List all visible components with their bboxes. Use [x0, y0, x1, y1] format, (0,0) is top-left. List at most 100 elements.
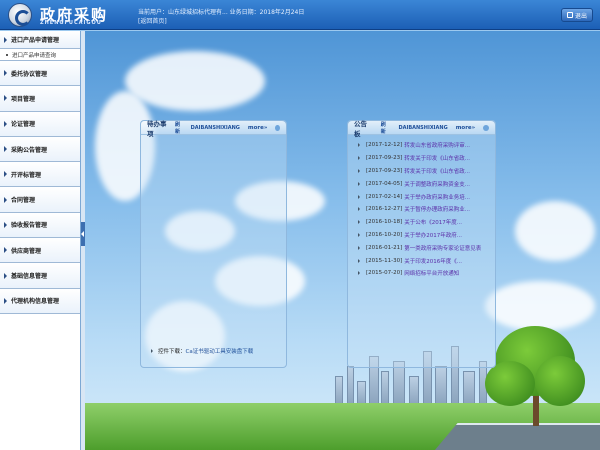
- building-decoration: [435, 366, 447, 406]
- cloud-decoration: [515, 201, 595, 261]
- sidebar-item-label: 基础信息管理: [11, 273, 48, 281]
- sidebar-item-project[interactable]: 项目管理: [0, 86, 80, 112]
- plugin-download-label: 控件下载：: [158, 349, 186, 355]
- notice-title[interactable]: 转发关于印发《山东省政...: [404, 167, 470, 175]
- notice-pinyin: DAIBANSHIXIANG: [398, 124, 448, 131]
- arrow-right-icon: [4, 36, 7, 43]
- notice-title[interactable]: 第一类政府采购专家论证意见表: [404, 244, 481, 252]
- list-item[interactable]: [2016-12-27] 关于暂停办理政府采购业...: [358, 203, 495, 216]
- arrow-right-icon: [358, 258, 360, 263]
- home-link[interactable]: [返回首页]: [138, 17, 388, 26]
- notice-list: [2017-12-12] 转发山东省政府采购评审... [2017-09-23] 转…: [348, 135, 495, 280]
- arrow-right-icon: [358, 232, 360, 237]
- arrow-right-icon: [358, 168, 360, 173]
- arrow-right-icon: [4, 221, 7, 228]
- todo-panel: 待办事项 刷新 DAIBANSHIXIANG more» 控件下载： Ca证书驱…: [140, 120, 287, 368]
- sidebar-subitem-label: 进口产品申请查询: [12, 52, 57, 59]
- notice-title[interactable]: 网络招标平台开放通知: [404, 269, 459, 277]
- notice-title[interactable]: 关于调整政府采购资金支...: [404, 180, 470, 188]
- logout-icon: [566, 12, 573, 18]
- building-decoration: [347, 366, 354, 406]
- sidebar-subitem-import-query[interactable]: 进口产品申请查询: [0, 49, 80, 61]
- notice-date: [2015-11-30]: [366, 257, 403, 264]
- arrow-right-icon: [358, 271, 360, 276]
- notice-title[interactable]: 转发山东省政府采购评审...: [404, 141, 470, 149]
- arrow-right-icon: [358, 194, 360, 199]
- sidebar-item-supplier[interactable]: 供应商管理: [0, 238, 80, 264]
- list-item[interactable]: [2016-01-21] 第一类政府采购专家论证意见表: [358, 241, 495, 254]
- sidebar-item-agency-info[interactable]: 代理机构信息管理: [0, 288, 80, 314]
- todo-panel-title: 待办事项: [147, 119, 167, 138]
- sidebar-item-bidding[interactable]: 开评标管理: [0, 162, 80, 188]
- sidebar-item-demonstration[interactable]: 论证管理: [0, 111, 80, 137]
- sidebar-item-label: 验收报告管理: [11, 222, 48, 230]
- notice-date: [2017-04-05]: [366, 180, 403, 187]
- list-item[interactable]: [2017-04-05] 关于调整政府采购资金支...: [358, 177, 495, 190]
- sidebar-item-label: 论证管理: [11, 121, 36, 129]
- logout-button[interactable]: 退出: [561, 8, 593, 22]
- arrow-right-icon: [358, 207, 360, 212]
- notice-refresh-link[interactable]: 刷新: [381, 121, 391, 135]
- arrow-right-icon: [4, 272, 7, 279]
- sidebar-item-label: 项目管理: [11, 95, 36, 103]
- sidebar-item-label: 代理机构信息管理: [11, 298, 60, 306]
- notice-date: [2016-12-27]: [366, 206, 403, 213]
- sidebar-item-label: 委托协议管理: [11, 70, 48, 78]
- logout-label: 退出: [574, 12, 587, 20]
- list-item[interactable]: [2017-09-23] 转发关于印发《山东省政...: [358, 152, 495, 165]
- sidebar-item-label: 开评标管理: [11, 171, 42, 179]
- todo-refresh-link[interactable]: 刷新: [175, 121, 183, 135]
- notice-title[interactable]: 关于暂停办理政府采购业...: [404, 205, 470, 213]
- building-decoration: [463, 371, 475, 406]
- notice-date: [2016-10-18]: [366, 219, 403, 226]
- notice-date: [2017-12-12]: [366, 142, 403, 149]
- sidebar-item-contract[interactable]: 合同管理: [0, 187, 80, 213]
- sidebar-item-announcement[interactable]: 采购公告管理: [0, 136, 80, 163]
- list-item[interactable]: [2017-09-23] 转发关于印发《山东省政...: [358, 165, 495, 178]
- cloud-decoration: [485, 281, 595, 331]
- list-item[interactable]: [2016-10-18] 关于公布《2017年度...: [358, 216, 495, 229]
- list-item[interactable]: [2017-02-14] 关于举办政府采购业务培...: [358, 190, 495, 203]
- list-item[interactable]: [2017-12-12] 转发山东省政府采购评审...: [358, 139, 495, 152]
- todo-panel-header: 待办事项 刷新 DAIBANSHIXIANG more»: [141, 119, 286, 138]
- sidebar-item-agreement[interactable]: 委托协议管理: [0, 61, 80, 87]
- logo-icon: [8, 3, 32, 27]
- notice-title[interactable]: 关于举办政府采购业务培...: [404, 193, 470, 201]
- arrow-right-icon: [4, 247, 7, 254]
- building-decoration: [409, 376, 419, 406]
- panel-dot-icon: [275, 124, 280, 131]
- list-item[interactable]: [2015-11-30] 关于印发2016年度《...: [358, 254, 495, 267]
- plugin-download-link[interactable]: Ca证书驱动工具安装盘下载: [186, 347, 254, 355]
- user-status-line: 当前用户：山东绿城招标代理有... 业务日期：2018年2月24日: [138, 9, 305, 16]
- building-decoration: [381, 371, 389, 406]
- sidebar-item-import[interactable]: 进口产品申请管理: [0, 31, 80, 49]
- notice-title[interactable]: 关于公布《2017年度...: [404, 218, 462, 226]
- notice-title[interactable]: 转发关于印发《山东省政...: [404, 154, 470, 162]
- tree-decoration: [535, 356, 585, 406]
- notice-panel-header: 公告板 刷新 DAIBANSHIXIANG more»: [348, 119, 495, 138]
- notice-date: [2017-02-14]: [366, 193, 403, 200]
- panel-dot-icon: [483, 124, 489, 131]
- todo-more-link[interactable]: more»: [248, 125, 268, 131]
- sidebar-item-label: 采购公告管理: [11, 146, 48, 154]
- arrow-right-icon: [358, 220, 360, 225]
- notice-title[interactable]: 关于举办2017年政府...: [404, 231, 462, 239]
- list-item[interactable]: [2015-07-20] 网络招标平台开放通知: [358, 267, 495, 280]
- notice-panel-title: 公告板: [354, 119, 367, 138]
- notice-more-link[interactable]: more»: [456, 125, 476, 131]
- sidebar-item-label: 进口产品申请管理: [11, 37, 60, 44]
- user-info: 当前用户：山东绿城招标代理有... 业务日期：2018年2月24日 [返回首页]: [138, 8, 388, 26]
- building-decoration: [335, 376, 343, 406]
- sidebar-item-acceptance[interactable]: 验收报告管理: [0, 212, 80, 239]
- arrow-right-icon: [358, 156, 360, 161]
- plugin-download-line: 控件下载： Ca证书驱动工具安装盘下载: [151, 347, 253, 355]
- logo-subtitle: ZHENGFUCAIGOU: [40, 20, 102, 26]
- arrow-right-icon: [4, 297, 7, 304]
- list-item[interactable]: [2016-10-20] 关于举办2017年政府...: [358, 229, 495, 242]
- sidebar-item-basic-info[interactable]: 基础信息管理: [0, 263, 80, 289]
- arrow-right-icon: [4, 196, 7, 203]
- road-decoration: [432, 423, 600, 450]
- notice-title[interactable]: 关于印发2016年度《...: [404, 257, 462, 265]
- arrow-right-icon: [4, 95, 7, 102]
- notice-date: [2015-07-20]: [366, 270, 403, 277]
